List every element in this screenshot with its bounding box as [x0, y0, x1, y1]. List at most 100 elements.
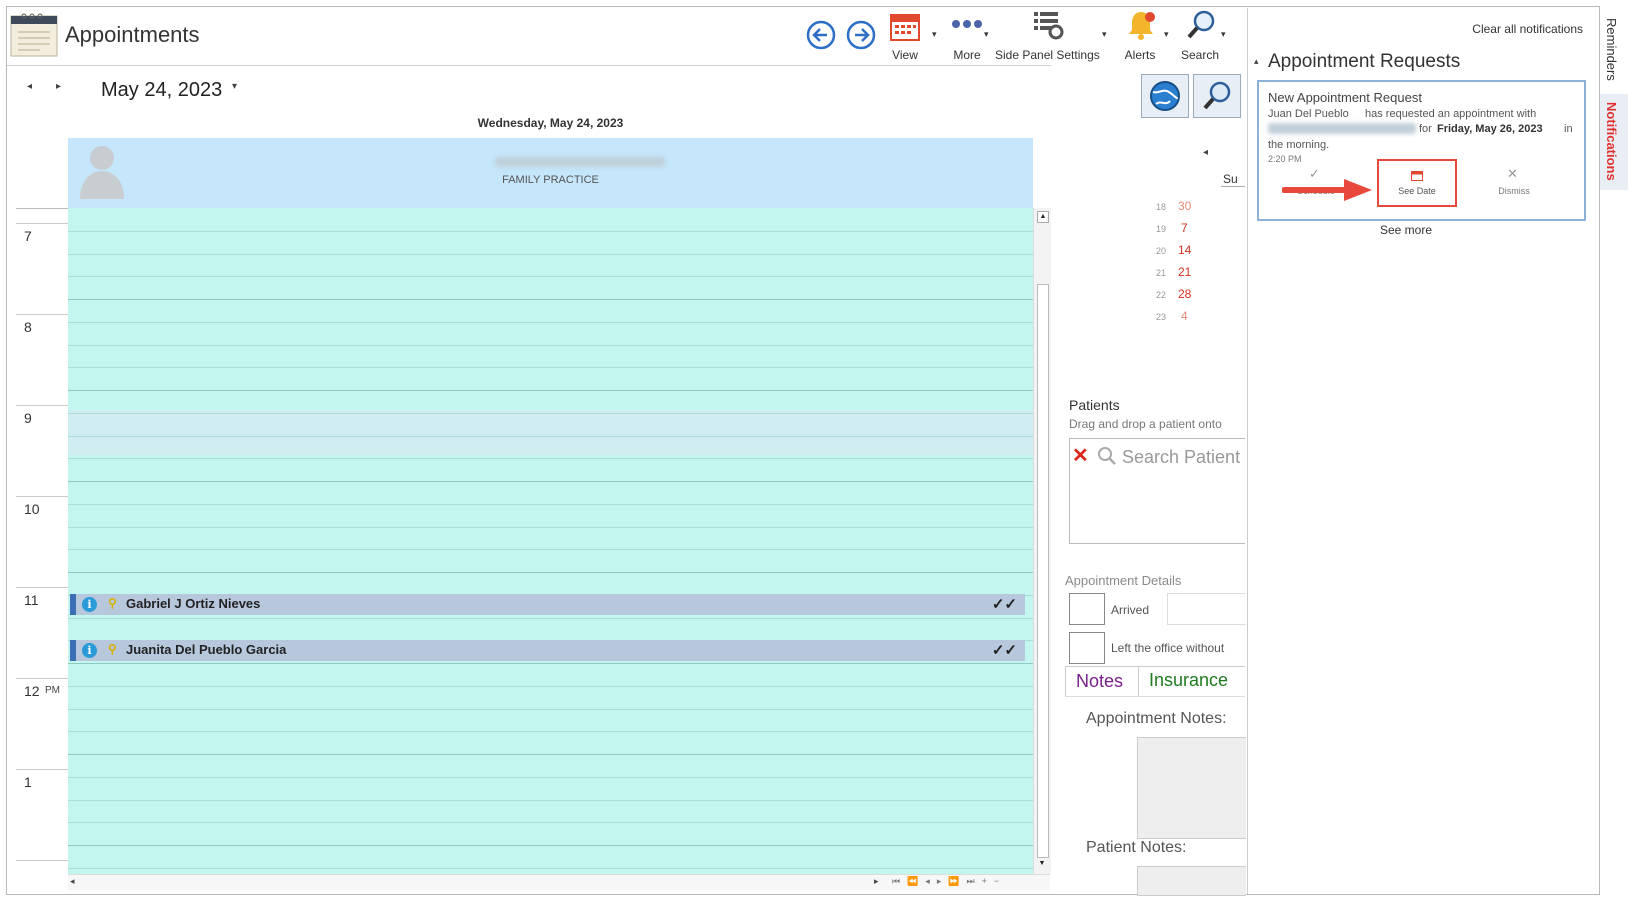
- arrived-checkbox[interactable]: [1069, 593, 1105, 625]
- appointments-app-icon: [10, 12, 58, 58]
- notification-title: New Appointment Request: [1268, 90, 1422, 105]
- more-dots-icon: [952, 20, 982, 28]
- request-for-label: for: [1419, 123, 1432, 135]
- tab-insurance[interactable]: Insurance: [1149, 670, 1228, 691]
- web-button[interactable]: [1141, 74, 1189, 118]
- view-dropdown-icon[interactable]: ▾: [932, 29, 937, 40]
- back-arrow-button[interactable]: [806, 20, 836, 50]
- search-patient-input[interactable]: Search Patient: [1122, 447, 1240, 468]
- scroll-up-icon[interactable]: ▲: [1037, 211, 1049, 223]
- side-panel: ◂ Su 18 30 19 7 20 14 21 21 22 28 23 4 P…: [1055, 66, 1246, 896]
- more-dropdown-icon[interactable]: ▾: [984, 29, 989, 40]
- current-date[interactable]: May 24, 2023: [101, 79, 222, 102]
- patient-search-box[interactable]: ✕ Search Patient: [1069, 438, 1245, 544]
- hour-label: 7: [24, 228, 32, 244]
- alerts-button[interactable]: Alerts: [1115, 8, 1165, 62]
- hour-label: 8: [24, 319, 32, 335]
- week-number: 18: [1156, 202, 1167, 212]
- search-icon: [1098, 447, 1116, 465]
- alerts-dropdown-icon[interactable]: ▾: [1164, 29, 1169, 40]
- provider-name-redacted: [495, 157, 665, 167]
- appointment-patient-name: Gabriel J Ortiz Nieves: [126, 596, 261, 611]
- time-slot-line: [68, 527, 1033, 528]
- hour-suffix: PM: [45, 685, 60, 696]
- resource-header: [68, 138, 1033, 208]
- tab-notes[interactable]: Notes: [1065, 666, 1139, 697]
- view-label: View: [892, 48, 918, 62]
- dismiss-button[interactable]: ✕ Dismiss: [1479, 164, 1549, 202]
- time-column: 7 8 9 10 11 12 PM 1: [16, 208, 68, 874]
- provider-name-redacted: [1268, 123, 1416, 134]
- mini-calendar-day[interactable]: 30: [1178, 199, 1191, 213]
- tab-notifications[interactable]: Notifications: [1600, 94, 1628, 190]
- panel-settings-icon: [1034, 12, 1064, 40]
- navigation-controls[interactable]: ⏮⏪◂▸⏩⏭+−: [892, 876, 1006, 887]
- requested-date: Friday, May 26, 2023: [1437, 123, 1543, 135]
- left-office-checkbox[interactable]: [1069, 632, 1105, 664]
- scroll-right-icon[interactable]: ▸: [874, 876, 879, 887]
- appointment-block[interactable]: i ⚲ Gabriel J Ortiz Nieves ✓✓: [70, 594, 1025, 615]
- side-panel-settings-button[interactable]: Side Panel Settings: [995, 8, 1100, 62]
- week-number: 21: [1156, 268, 1167, 278]
- resource-name: FAMILY PRACTICE: [502, 174, 599, 186]
- appointment-block[interactable]: i ⚲ Juanita Del Pueblo Garcia ✓✓: [70, 640, 1025, 661]
- prev-day-icon[interactable]: ◂: [27, 81, 32, 92]
- hour-label: 12: [24, 683, 40, 699]
- time-slot-line: [68, 390, 1033, 391]
- hour-label: 11: [24, 592, 39, 608]
- time-slot-line: [68, 686, 1033, 687]
- toolbar-divider: [7, 65, 1051, 66]
- see-more-link[interactable]: See more: [1380, 223, 1432, 237]
- time-slot-line: [68, 322, 1033, 323]
- arrived-time-field[interactable]: [1167, 593, 1246, 625]
- request-time-of-day: the morning.: [1268, 139, 1330, 151]
- mini-calendar-day[interactable]: 7: [1181, 221, 1188, 235]
- highlighted-slot: [68, 410, 1033, 455]
- mini-calendar-day[interactable]: 28: [1178, 287, 1191, 301]
- see-date-button[interactable]: See Date: [1377, 159, 1457, 207]
- arrived-label: Arrived: [1111, 603, 1150, 617]
- mini-calendar-day[interactable]: 4: [1181, 309, 1188, 323]
- time-slot-line: [68, 822, 1033, 823]
- info-icon[interactable]: i: [82, 643, 97, 658]
- mini-calendar-day[interactable]: 14: [1178, 243, 1191, 257]
- tab-reminders[interactable]: Reminders: [1604, 18, 1619, 81]
- vertical-scrollbar[interactable]: ▲ ▼: [1033, 208, 1051, 874]
- day-header: Wednesday, May 24, 2023: [477, 116, 624, 130]
- collapse-icon[interactable]: ▴: [1254, 56, 1259, 67]
- time-slot-line: [68, 345, 1033, 346]
- request-text: has requested an appointment with: [1365, 108, 1537, 120]
- appointment-notes-field[interactable]: [1137, 737, 1246, 839]
- clear-all-notifications-link[interactable]: Clear all notifications: [1472, 22, 1583, 36]
- calendar-icon: [890, 14, 920, 41]
- week-number: 19: [1156, 224, 1167, 234]
- time-slot-line: [68, 504, 1033, 505]
- patient-notes-field[interactable]: [1137, 866, 1246, 896]
- scroll-left-icon[interactable]: ◂: [70, 876, 75, 887]
- search-dropdown-icon[interactable]: ▾: [1221, 29, 1226, 40]
- search-panel-button[interactable]: [1193, 74, 1241, 118]
- left-office-label: Left the office without: [1111, 641, 1225, 655]
- mini-calendar-prev-icon[interactable]: ◂: [1203, 147, 1208, 158]
- calendar-icon: [1411, 171, 1423, 181]
- mini-calendar-day[interactable]: 21: [1178, 265, 1191, 279]
- info-icon[interactable]: i: [82, 597, 97, 612]
- week-number: 20: [1156, 246, 1167, 256]
- date-dropdown-icon[interactable]: ▾: [232, 81, 237, 92]
- side-panel-dropdown-icon[interactable]: ▾: [1102, 29, 1107, 40]
- forward-arrow-button[interactable]: [846, 20, 876, 50]
- side-panel-settings-label: Side Panel Settings: [995, 48, 1100, 62]
- schedule-grid[interactable]: [68, 208, 1033, 874]
- time-slot-line: [68, 800, 1033, 801]
- scroll-down-icon[interactable]: ▼: [1037, 859, 1047, 869]
- view-button[interactable]: View: [880, 8, 930, 62]
- clear-icon[interactable]: ✕: [1072, 443, 1089, 468]
- horizontal-scrollbar[interactable]: ◂ ▸ ⏮⏪◂▸⏩⏭+−: [68, 874, 1050, 891]
- requester-name: Juan Del Pueblo: [1268, 108, 1349, 120]
- provider-avatar: [76, 141, 128, 201]
- next-day-icon[interactable]: ▸: [56, 81, 61, 92]
- search-button[interactable]: Search: [1175, 8, 1225, 62]
- key-icon: ⚲: [108, 642, 117, 656]
- time-slot-line: [68, 254, 1033, 255]
- scroll-thumb[interactable]: [1037, 284, 1049, 858]
